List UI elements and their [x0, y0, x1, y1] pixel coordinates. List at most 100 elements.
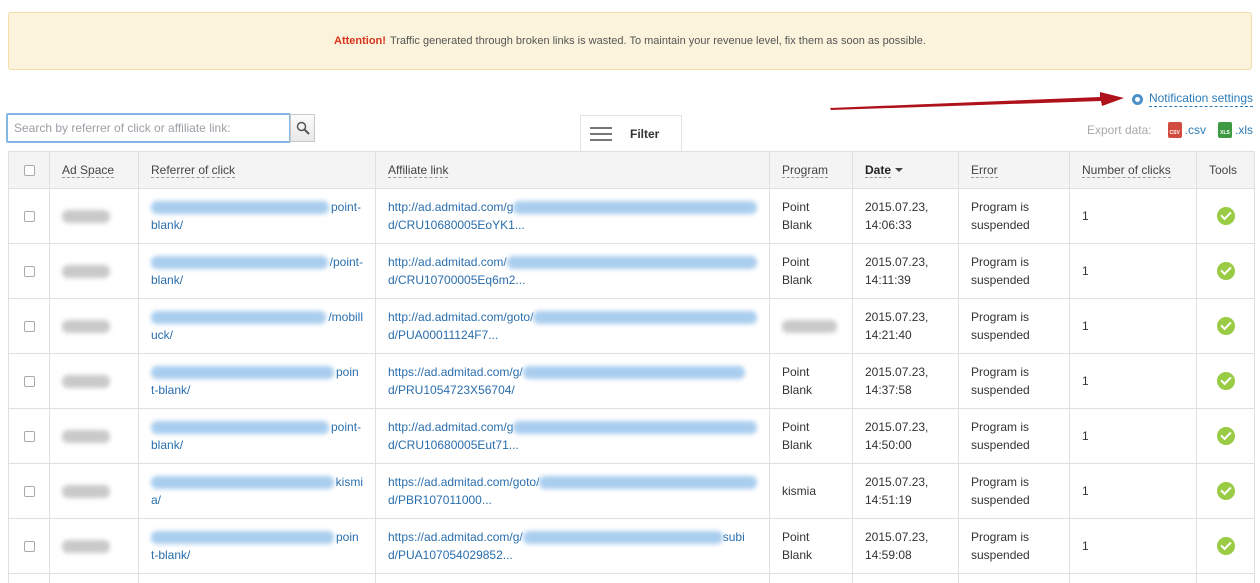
- time-line: 14:50:00: [865, 438, 912, 452]
- empty-cell: [8, 573, 50, 583]
- program-cell: Point Blank: [769, 353, 853, 409]
- header-affiliate-link[interactable]: Affiliate link: [375, 151, 770, 189]
- empty-cell: [49, 573, 139, 583]
- referrer-link[interactable]: point-blank/: [151, 418, 363, 454]
- affiliate-link-cell: http://ad.admitad.com/g d/CRU10680005EoYK…: [375, 188, 770, 244]
- row-checkbox[interactable]: [23, 375, 35, 387]
- affiliate-link[interactable]: http://ad.admitad.com/goto/d/PUA00011124…: [388, 308, 757, 344]
- row-select-cell: [8, 518, 50, 574]
- row-checkbox[interactable]: [23, 485, 35, 497]
- affiliate-text-start: http://ad.admitad.com/: [388, 255, 507, 269]
- redacted-affiliate: [522, 365, 745, 379]
- referrer-cell: /mobill uck/: [138, 298, 376, 354]
- attention-alert: Attention! Traffic generated through bro…: [8, 12, 1252, 70]
- check-icon[interactable]: [1216, 427, 1235, 445]
- referrer-link[interactable]: /point-blank/: [151, 253, 363, 289]
- header-affiliate-label: Affiliate link: [388, 162, 449, 178]
- clicks-value: 1: [1082, 264, 1089, 278]
- empty-cell: [958, 573, 1070, 583]
- clicks-cell: 1: [1069, 188, 1197, 244]
- header-program[interactable]: Program: [769, 151, 853, 189]
- referrer-link[interactable]: /mobill uck/: [151, 308, 363, 344]
- check-icon[interactable]: [1216, 262, 1235, 280]
- referrer-link[interactable]: kismi a/: [151, 473, 363, 509]
- header-date-label: Date: [865, 162, 892, 178]
- program-cell: Point Blank: [769, 243, 853, 299]
- row-checkbox[interactable]: [23, 210, 35, 222]
- program-line1: Point: [782, 200, 810, 214]
- check-icon[interactable]: [1216, 207, 1235, 225]
- date-line: 2015.07.23,: [865, 420, 929, 434]
- filter-toggle[interactable]: Filter: [580, 115, 682, 151]
- clicks-cell: 1: [1069, 353, 1197, 409]
- row-checkbox[interactable]: [23, 265, 35, 277]
- header-clicks[interactable]: Number of clicks: [1069, 151, 1197, 189]
- redacted-affiliate: [539, 475, 757, 489]
- row-checkbox[interactable]: [23, 320, 35, 332]
- check-icon[interactable]: [1216, 537, 1235, 555]
- affiliate-link[interactable]: http://ad.admitad.com/g d/CRU10680005EoYK…: [388, 198, 757, 234]
- select-all-checkbox[interactable]: [23, 164, 35, 176]
- header-ad-space-label: Ad Space: [62, 162, 115, 178]
- program-line2: Blank: [782, 218, 813, 232]
- tools-cell: [1196, 408, 1255, 464]
- program-line1: Point: [782, 530, 810, 544]
- referrer-text-line2: blank/: [151, 218, 184, 232]
- referrer-link[interactable]: point-blank/: [151, 198, 363, 234]
- referrer-link[interactable]: point-blank/: [151, 528, 363, 564]
- check-icon[interactable]: [1216, 372, 1235, 390]
- ad-space-cell: [49, 353, 139, 409]
- referrer-cell: /point-blank/: [138, 243, 376, 299]
- affiliate-link[interactable]: https://ad.admitad.com/goto/d/PBR1070110…: [388, 473, 757, 509]
- header-ad-space[interactable]: Ad Space: [49, 151, 139, 189]
- search-button[interactable]: [290, 114, 315, 142]
- affiliate-link[interactable]: https://ad.admitad.com/g/subi d/PUA107054…: [388, 528, 757, 564]
- empty-cell: [138, 573, 376, 583]
- referrer-cell: poin t-blank/: [138, 353, 376, 409]
- redacted-referrer: [151, 530, 334, 544]
- check-icon[interactable]: [1216, 482, 1235, 500]
- affiliate-link[interactable]: https://ad.admitad.com/g/d/PRU1054723X56…: [388, 363, 757, 399]
- row-checkbox[interactable]: [23, 540, 35, 552]
- affiliate-link[interactable]: http://ad.admitad.com/d/CRU10700005Eq6m2…: [388, 253, 757, 289]
- row-checkbox[interactable]: [23, 430, 35, 442]
- program-cell: Point Blank: [769, 408, 853, 464]
- affiliate-link-cell: http://ad.admitad.com/d/CRU10700005Eq6m2…: [375, 243, 770, 299]
- program-line2: Blank: [782, 383, 813, 397]
- export-csv-link[interactable]: CSV .csv: [1167, 122, 1206, 138]
- referrer-text-end: /point-: [329, 255, 363, 269]
- date-cell: 2015.07.23, 14:37:58: [852, 353, 959, 409]
- date-line: 2015.07.23,: [865, 530, 929, 544]
- header-date[interactable]: Date: [852, 151, 959, 189]
- date-cell: 2015.07.23, 14:51:19: [852, 463, 959, 519]
- clicks-value: 1: [1082, 484, 1089, 498]
- clicks-cell: 1: [1069, 463, 1197, 519]
- empty-cell: [375, 573, 770, 583]
- export-xls-link[interactable]: XLS .xls: [1218, 122, 1253, 138]
- error-cell: Program is suspended: [958, 463, 1070, 519]
- check-icon[interactable]: [1216, 317, 1235, 335]
- date-cell: 2015.07.23, 14:11:39: [852, 243, 959, 299]
- program-line2: Blank: [782, 273, 813, 287]
- row-select-cell: [8, 463, 50, 519]
- error-cell: Program is suspended: [958, 518, 1070, 574]
- header-referrer[interactable]: Referrer of click: [138, 151, 376, 189]
- notification-settings-link[interactable]: Notification settings: [1131, 91, 1253, 107]
- error-line1: Program is: [971, 200, 1030, 214]
- header-clicks-label: Number of clicks: [1082, 162, 1171, 178]
- redacted-ad-space: [62, 540, 110, 554]
- header-referrer-label: Referrer of click: [151, 162, 236, 178]
- program-cell: Point Blank: [769, 188, 853, 244]
- empty-cell: [1069, 573, 1197, 583]
- search-input[interactable]: [6, 113, 291, 143]
- empty-cell: [769, 573, 853, 583]
- referrer-cell: poin t-blank/: [138, 518, 376, 574]
- affiliate-link[interactable]: http://ad.admitad.com/g d/CRU10680005Eut7…: [388, 418, 757, 454]
- redacted-referrer: [151, 420, 329, 434]
- clicks-cell: 1: [1069, 298, 1197, 354]
- referrer-link[interactable]: point-blank/: [151, 363, 363, 399]
- affiliate-text-line2: d/PRU1054723X56704/: [388, 383, 515, 397]
- redacted-ad-space: [62, 485, 110, 499]
- referrer-text-end: poin: [336, 365, 359, 379]
- header-error[interactable]: Error: [958, 151, 1070, 189]
